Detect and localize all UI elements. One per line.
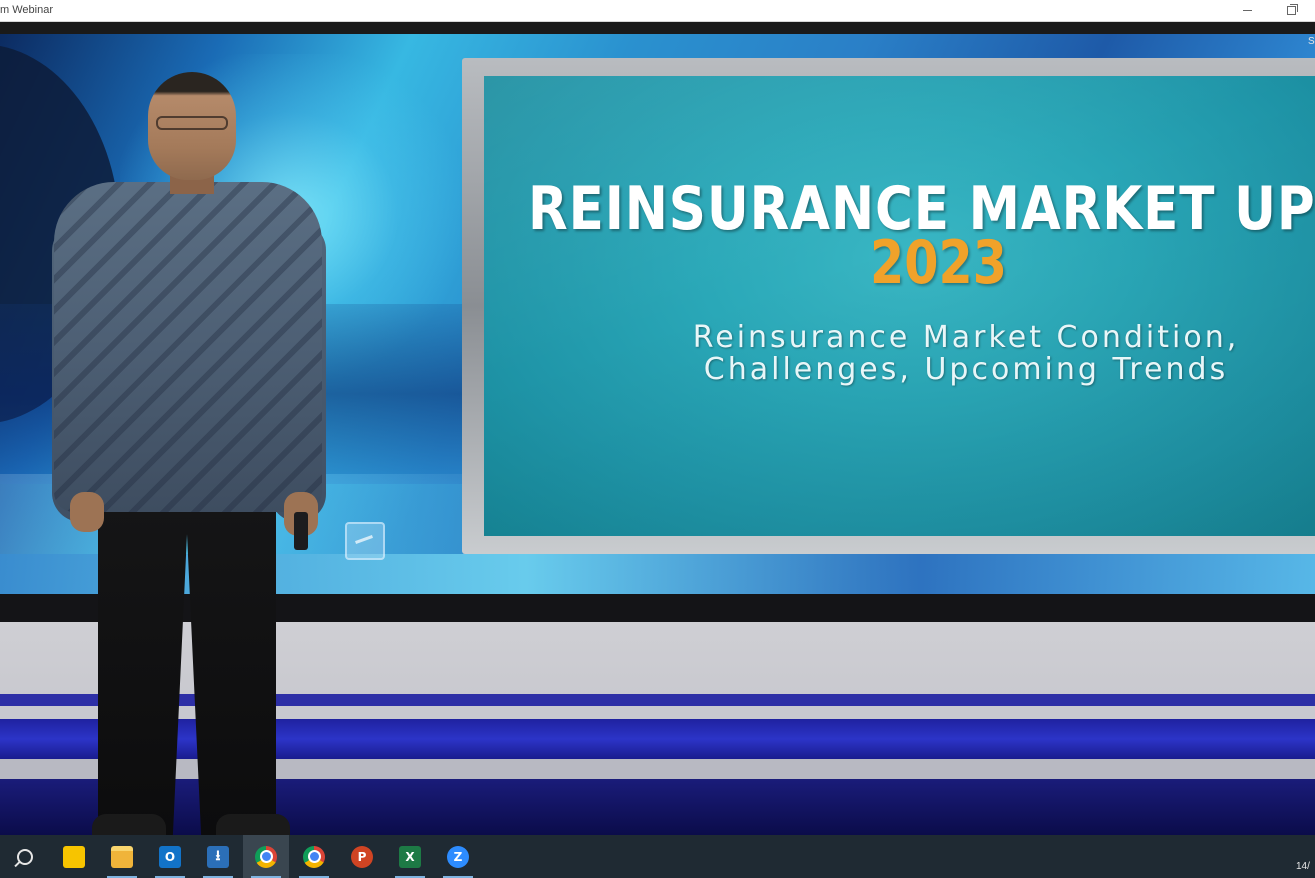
- taskbar-excel[interactable]: X: [387, 835, 433, 878]
- slide-subtitle-line2: Challenges, Upcoming Trends: [703, 352, 1229, 387]
- title-bar[interactable]: m Webinar: [0, 0, 1315, 22]
- taskbar-chrome-profile[interactable]: [291, 835, 337, 878]
- presenter-batik-shirt: [54, 182, 322, 512]
- taskbar-file-explorer[interactable]: [99, 835, 145, 878]
- outlook-icon: O: [159, 845, 181, 868]
- window-title: m Webinar: [0, 4, 53, 16]
- taskbar-chrome[interactable]: [243, 835, 289, 878]
- sticky-notes-icon: [63, 845, 85, 868]
- backdrop-tile-icon: [345, 522, 385, 560]
- video-top-edge: [0, 22, 1315, 34]
- video-feed: REINSURANCE MARKET UPDAT 2023 Reinsuranc…: [0, 22, 1315, 835]
- taskbar-powerpoint[interactable]: P: [339, 835, 385, 878]
- chrome-profile-icon: [303, 845, 325, 868]
- minimize-button[interactable]: [1225, 0, 1269, 21]
- restore-icon: [1286, 3, 1298, 15]
- taskbar-download-app[interactable]: ⭳: [195, 835, 241, 878]
- restore-button[interactable]: [1269, 0, 1313, 21]
- zoom-icon: Z: [447, 845, 469, 868]
- taskbar-outlook[interactable]: O: [147, 835, 193, 878]
- slide-subtitle-line1: Reinsurance Market Condition,: [692, 320, 1240, 355]
- slide-year: 2023: [870, 228, 1007, 298]
- windows-taskbar: O ⭳ P X Z 14/: [0, 835, 1315, 878]
- search-icon: [17, 848, 33, 865]
- file-explorer-icon: [111, 845, 133, 868]
- excel-icon: X: [399, 845, 421, 868]
- chrome-center-icon: [307, 850, 321, 863]
- chrome-icon: [255, 845, 277, 868]
- chrome-center-icon: [259, 850, 273, 863]
- minimize-icon: [1242, 9, 1252, 11]
- presenter-left-hand: [70, 492, 104, 532]
- presenter-left-shoe: [92, 814, 166, 835]
- slide-subtitle: Reinsurance Market Condition, Challenges…: [636, 322, 1296, 386]
- presenter: [52, 72, 332, 835]
- powerpoint-icon: P: [351, 845, 373, 868]
- taskbar-sticky-notes[interactable]: [51, 835, 97, 878]
- presenter-right-shoe: [216, 814, 290, 835]
- app-window: m Webinar REINSURANCE MARKET UPDAT 2023 …: [0, 0, 1315, 878]
- presentation-slide: REINSURANCE MARKET UPDAT 2023 Reinsuranc…: [484, 76, 1315, 536]
- download-app-icon: ⭳: [207, 845, 229, 868]
- taskbar-clock[interactable]: 14/: [1296, 861, 1310, 872]
- taskbar-zoom[interactable]: Z: [435, 835, 481, 878]
- taskbar-search-button[interactable]: [2, 835, 48, 878]
- presenter-trousers: [98, 508, 276, 835]
- presenter-glasses: [156, 116, 228, 130]
- corner-tag: S: [1308, 36, 1315, 47]
- presenter-phone: [294, 512, 308, 550]
